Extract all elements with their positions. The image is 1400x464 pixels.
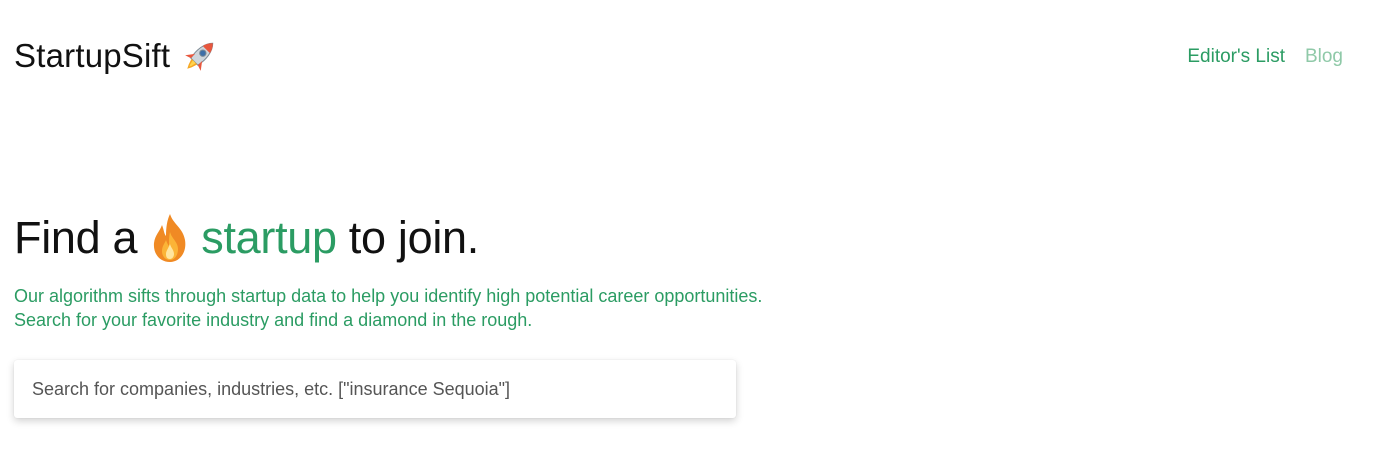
hero-title: Find a startup to join.	[14, 208, 479, 268]
hero-title-accent: startup	[201, 212, 337, 263]
search-input[interactable]	[14, 360, 736, 418]
search-box	[14, 360, 736, 418]
fire-icon	[154, 214, 186, 262]
brand-logo-link[interactable]: StartupSift	[14, 34, 220, 78]
brand-name: StartupSift	[14, 37, 171, 74]
page: StartupSift Editor's List Blog Find a st…	[0, 0, 1400, 464]
hero-title-prefix: Find a	[14, 212, 138, 263]
hero-title-suffix: to join.	[348, 212, 479, 263]
rocket-icon	[185, 42, 214, 71]
nav-link-editors-list[interactable]: Editor's List	[1187, 44, 1285, 70]
nav-link-blog[interactable]: Blog	[1305, 44, 1343, 70]
top-nav: Editor's List Blog	[1187, 44, 1343, 70]
hero-subtitle: Our algorithm sifts through startup data…	[14, 286, 763, 330]
